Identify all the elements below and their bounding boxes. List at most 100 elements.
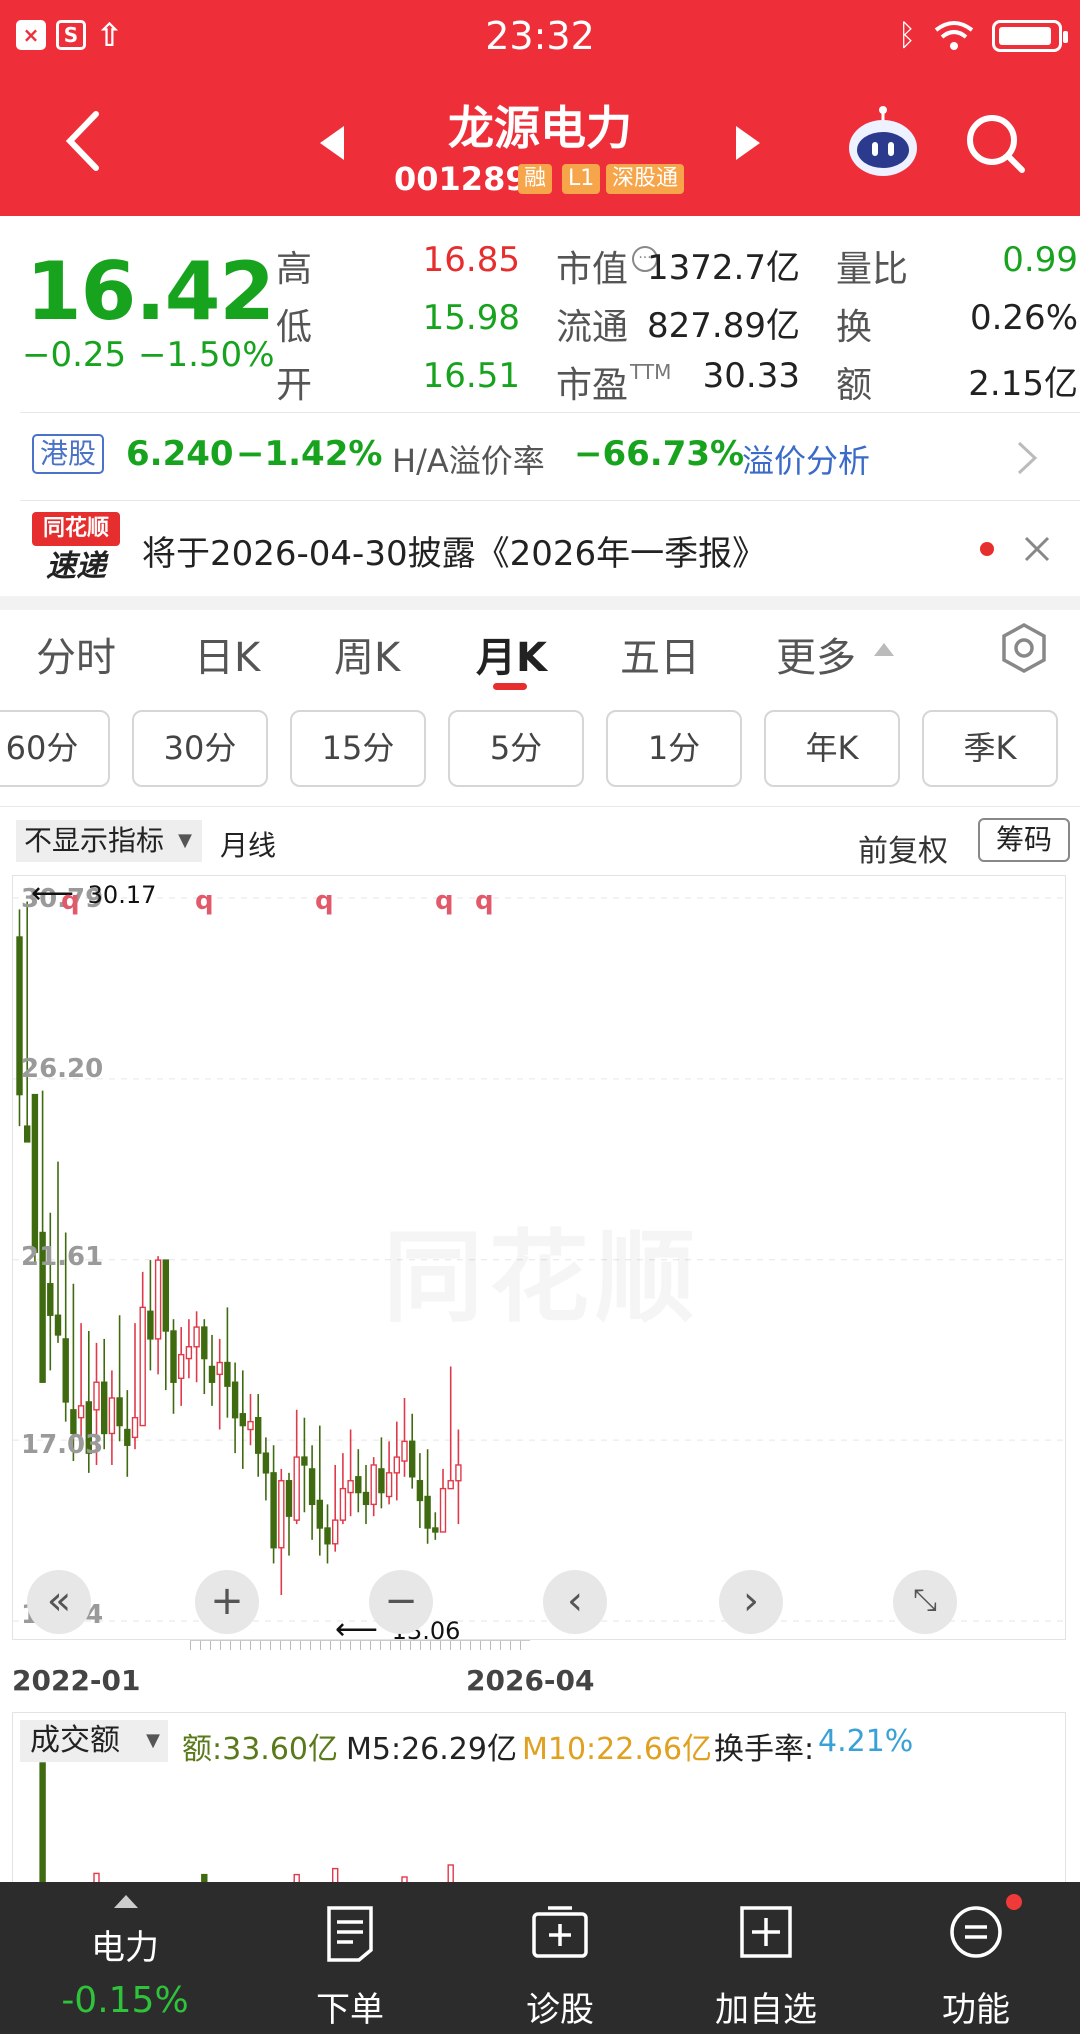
event-marker[interactable]: q [435, 886, 454, 916]
divider [20, 500, 1080, 501]
candle [347, 1429, 354, 1517]
hk-share-row[interactable]: 港股 6.240 −1.42% H/A溢价率 −66.73% 溢价分析 [0, 414, 1080, 500]
diagnose-icon [532, 1906, 588, 1958]
y-tick-label: 17.03 [21, 1430, 104, 1460]
candle-body [116, 1397, 123, 1427]
divider [0, 806, 1080, 807]
nav-label: 下单 [316, 1990, 384, 2030]
candle-body [154, 1259, 162, 1340]
nav-diagnose[interactable]: 诊股 [480, 1882, 640, 2034]
pe-value: 30.33 [702, 356, 800, 396]
x-start-label: 2022-01 [12, 1664, 141, 1697]
candle-body [100, 1381, 108, 1435]
nav-place-order[interactable]: 下单 [270, 1882, 430, 2034]
premium-analysis-link[interactable]: 溢价分析 [742, 436, 870, 482]
tab-more[interactable]: 更多 [776, 625, 856, 683]
chart-watermark: 同花顺 [383, 1196, 701, 1341]
candle-body [285, 1480, 293, 1517]
period-5min[interactable]: 5分 [448, 710, 584, 787]
tab-five-day[interactable]: 五日 [620, 625, 700, 683]
candle [370, 1457, 377, 1517]
candle [216, 1338, 223, 1430]
nav-functions[interactable]: 功能 [896, 1882, 1056, 2034]
sector-change: -0.15% [61, 1980, 189, 2021]
candle-body [247, 1420, 254, 1431]
candle [124, 1390, 131, 1477]
indicator-dropdown[interactable]: 不显示指标 ▼ [16, 820, 202, 862]
period-30min[interactable]: 30分 [132, 710, 268, 787]
nav-label: 功能 [942, 1990, 1010, 2030]
candle [254, 1394, 262, 1477]
adjust-mode[interactable]: 前复权 [858, 826, 948, 870]
x-end-label: 2026-04 [466, 1664, 595, 1697]
candle-body [93, 1381, 100, 1411]
candle [362, 1464, 370, 1525]
scroll-left-button[interactable]: ‹ [543, 1570, 607, 1634]
candle [316, 1425, 323, 1556]
candle [278, 1468, 285, 1595]
candle [308, 1445, 316, 1540]
fullscreen-button[interactable]: ⤡ [893, 1570, 957, 1634]
event-marker[interactable]: q [61, 886, 80, 916]
stock-code: 001289 [394, 160, 528, 198]
app-header: × S ⇧ 23:32 ᛒ 龙源电力 001289 融 L1 深股通 [0, 0, 1080, 216]
scroll-right-button[interactable]: › [719, 1570, 783, 1634]
kline-chart[interactable]: 同花顺 30.79 26.20 21.61 17.03 12.44 ⟵ 30.1… [12, 875, 1067, 1647]
volume-m5: M5:26.29亿 [346, 1732, 517, 1767]
zoom-in-button[interactable]: + [195, 1570, 259, 1634]
candle [416, 1453, 424, 1529]
candle-body [177, 1353, 185, 1379]
sector-nav-item[interactable]: 电力 -0.15% [20, 1882, 230, 2034]
nav-add-watchlist[interactable]: 加自选 [686, 1882, 846, 2034]
event-marker[interactable]: q [195, 886, 214, 916]
close-icon[interactable] [1024, 536, 1050, 562]
logo-brand-top: 同花顺 [32, 512, 120, 546]
price-change: −0.25 [22, 335, 127, 375]
robot-assistant-icon[interactable] [846, 106, 920, 180]
candle-body [301, 1456, 308, 1466]
next-stock-icon[interactable] [734, 124, 762, 162]
wifi-icon [934, 20, 974, 50]
volume-indicator-dropdown[interactable]: 成交额 ▼ [20, 1720, 168, 1762]
candle [432, 1512, 439, 1540]
tab-monthly-k[interactable]: 月K [476, 625, 547, 683]
indicator-dropdown-label: 不显示指标 [24, 824, 165, 857]
high-value: 16.85 [422, 240, 520, 280]
bluetooth-icon: ᛒ [898, 18, 916, 53]
premium-label: H/A溢价率 [392, 442, 545, 480]
candle [147, 1260, 154, 1371]
candle [31, 1093, 39, 1265]
period-15min[interactable]: 15分 [290, 710, 426, 787]
margin-tag: 融 [518, 164, 553, 194]
candle-body [293, 1456, 300, 1521]
candle [116, 1315, 123, 1442]
candle-body [378, 1468, 385, 1494]
dropdown-triangle-icon: ▼ [146, 1730, 160, 1751]
event-marker[interactable]: q [475, 886, 494, 916]
zoom-out-button[interactable]: − [369, 1570, 433, 1634]
connect-tag: 深股通 [606, 164, 685, 194]
candle [177, 1327, 185, 1406]
period-quarterly-k[interactable]: 季K [922, 710, 1058, 787]
candle-body [393, 1456, 400, 1474]
open-label: 开 [276, 365, 313, 406]
candle [447, 1366, 454, 1490]
candle-body [347, 1480, 354, 1494]
volume-m10: M10:22.66亿 [522, 1732, 713, 1767]
candle-body [216, 1361, 223, 1376]
period-1min[interactable]: 1分 [606, 710, 742, 787]
settings-icon[interactable] [998, 622, 1050, 674]
scroll-start-button[interactable]: « [27, 1570, 91, 1634]
candle-body [432, 1527, 439, 1533]
tab-intraday[interactable]: 分时 [36, 625, 116, 683]
event-marker[interactable]: q [315, 886, 334, 916]
period-yearly-k[interactable]: 年K [764, 710, 900, 787]
period-60min[interactable]: 60分 [0, 710, 110, 787]
chips-button[interactable]: 筹码 [978, 818, 1070, 862]
search-icon[interactable] [964, 112, 1028, 176]
tab-weekly-k[interactable]: 周K [334, 625, 400, 683]
news-banner[interactable]: 同花顺 速递 将于2026-04-30披露《2026年一季报》 [0, 502, 1080, 592]
candle-body [23, 1125, 31, 1143]
tab-daily-k[interactable]: 日K [194, 625, 260, 683]
line-type-label: 月线 [220, 829, 277, 862]
